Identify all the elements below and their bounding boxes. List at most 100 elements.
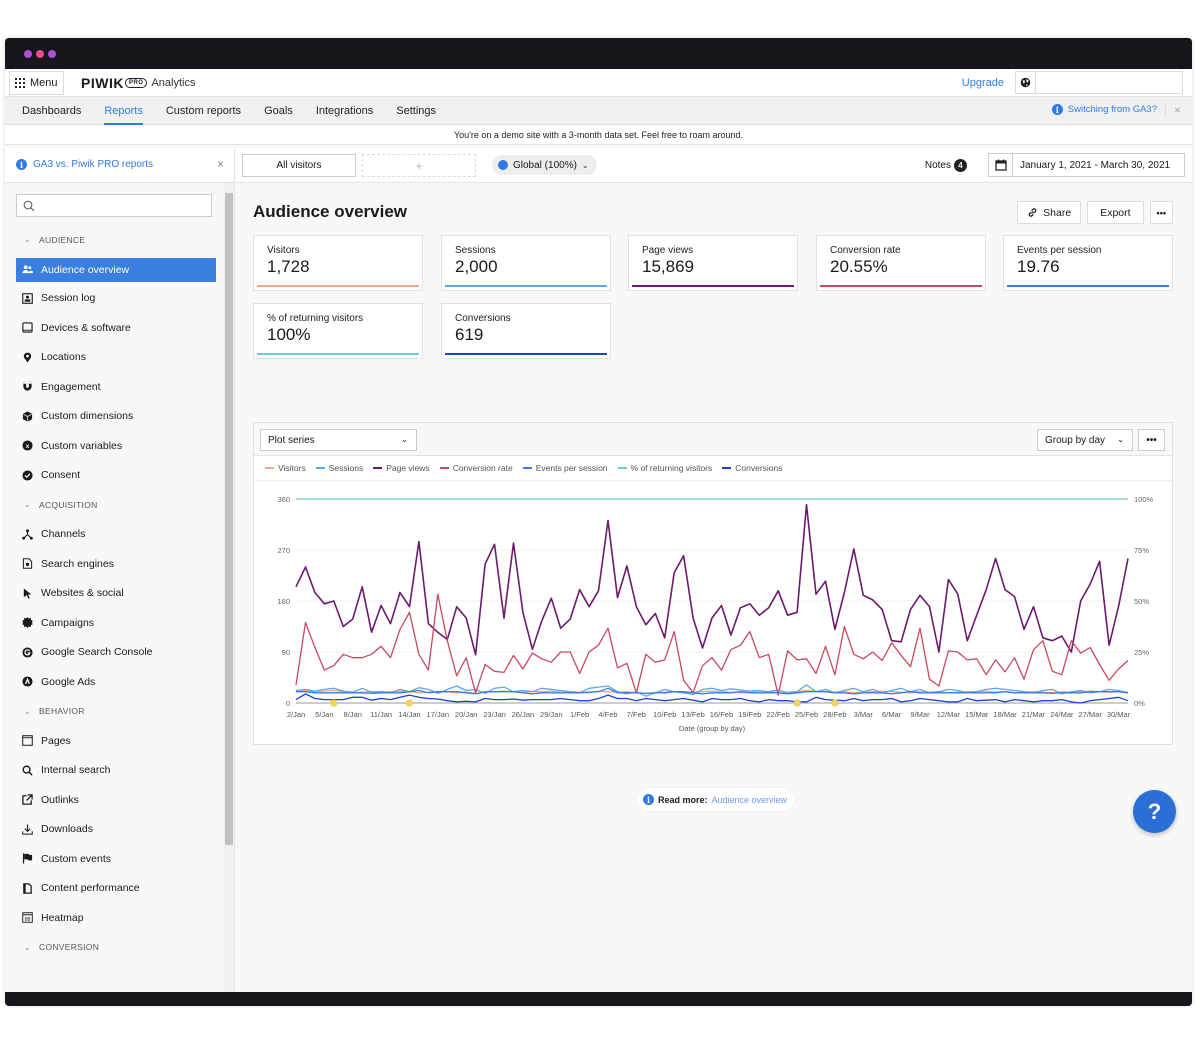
kpi-color-bar [257,353,419,355]
legend-item[interactable]: Page views [373,463,430,473]
plot-series-dropdown[interactable]: Plot series ⌄ [260,429,417,451]
chart-more-button[interactable]: ••• [1138,429,1165,451]
sidebar-item-pages[interactable]: Pages [16,726,216,756]
chevron-down-icon: ⌄ [24,500,32,510]
close-icon[interactable]: × [217,157,224,171]
legend-item[interactable]: Events per session [522,463,608,473]
kpi-card-sessions[interactable]: Sessions 2,000 [441,235,611,291]
x-tick-label: 29/Jan [540,710,563,719]
sampling-drop-icon [498,160,508,170]
read-more-link[interactable]: Audience overview [712,795,788,805]
sidebar-item-channels[interactable]: Channels [16,520,216,550]
sidebar-item-websites-social[interactable]: Websites & social [16,579,216,609]
nav-tab-reports[interactable]: Reports [104,97,143,125]
sidebar-item-custom-variables[interactable]: x Custom variables [16,431,216,461]
sidebar-item-label: Search engines [41,557,114,570]
add-segment-button[interactable]: + [362,154,476,177]
sidebar-item-downloads[interactable]: Downloads [16,815,216,845]
legend-item[interactable]: % of returning visitors [617,463,712,473]
sidebar-item-session-log[interactable]: Session log [16,284,216,314]
kpi-label: Conversions [455,313,511,324]
legend-item[interactable]: Conversion rate [439,463,513,473]
window-dot[interactable] [48,49,56,58]
sidebar-scrollbar[interactable] [224,183,234,992]
sampling-dropdown[interactable]: Global (100%) ⌄ [492,155,597,175]
help-button[interactable]: ? [1133,790,1176,833]
date-range-text: January 1, 2021 - March 30, 2021 [1020,159,1171,171]
legend-swatch [373,467,383,469]
piwik-logo[interactable]: PIWIK PRO Analytics [81,75,196,91]
nav-tab-integrations[interactable]: Integrations [316,97,373,125]
sidebar-item-google-ads[interactable]: Google Ads [16,667,216,697]
window-dot[interactable] [36,49,44,58]
sidebar-section-behavior[interactable]: ⌄ BEHAVIOR [16,697,216,727]
line-chart: 0 0% 90 25% 180 50% 270 75% 360 100% 2/Jan 5/Jan 8/J… [277,495,1154,733]
chevron-down-icon: ⌄ [401,435,408,444]
menu-button[interactable]: Menu [9,70,64,95]
main-nav: Dashboards Reports Custom reports Goals Inte… [5,97,1192,125]
export-button[interactable]: Export [1087,201,1144,224]
search-engine-icon [22,558,33,570]
legend-item[interactable]: Visitors [265,463,306,473]
annotation-marker [793,699,801,707]
notes-button[interactable]: Notes 4 [925,159,967,172]
kpi-value: 19.76 [1017,257,1060,276]
x-tick-label: 22/Feb [767,710,790,719]
sidebar-item-heatmap[interactable]: 88 Heatmap [16,903,216,933]
site-selector[interactable] [1015,71,1183,94]
read-more-label: Read more: [658,794,708,805]
sidebar-search-input[interactable] [16,194,212,217]
magnet-icon [22,381,33,392]
svg-text:88: 88 [25,917,31,923]
sidebar-section-conversion[interactable]: ⌄ CONVERSION [16,933,216,963]
legend-item[interactable]: Conversions [722,463,783,473]
x-tick-label: 14/Jan [398,710,421,719]
sidebar-item-content-performance[interactable]: Content performance [16,874,216,904]
kpi-card-conversion-rate[interactable]: Conversion rate 20.55% [816,235,986,291]
ga3-reports-link[interactable]: i GA3 vs. Piwik PRO reports × [5,147,234,183]
logo-text: PIWIK [81,74,124,91]
sidebar-item-campaigns[interactable]: Campaigns [16,608,216,638]
session-log-icon [22,292,33,304]
sidebar-item-custom-dimensions[interactable]: Custom dimensions [16,402,216,432]
upgrade-link[interactable]: Upgrade [962,77,1004,89]
group-by-dropdown[interactable]: Group by day ⌄ [1037,429,1133,451]
window-dot[interactable] [24,49,32,58]
svg-text:x: x [26,443,30,450]
more-options-button[interactable]: ••• [1149,201,1173,224]
sidebar-item-outlinks[interactable]: Outlinks [16,785,216,815]
kpi-card-visitors[interactable]: Visitors 1,728 [253,235,423,291]
kpi-card-conversions[interactable]: Conversions 619 [441,303,611,359]
segment-all-visitors-button[interactable]: All visitors [242,154,356,177]
sidebar-item-devices-software[interactable]: Devices & software [16,313,216,343]
sidebar-section-audience[interactable]: ⌄ AUDIENCE [16,225,216,255]
y-tick-label-right: 100% [1134,495,1154,504]
sidebar-item-internal-search[interactable]: Internal search [16,756,216,786]
kpi-card-page-views[interactable]: Page views 15,869 [628,235,798,291]
kpi-card-events-per-session[interactable]: Events per session 19.76 [1003,235,1173,291]
sidebar-item-search-engines[interactable]: Search engines [16,549,216,579]
close-icon[interactable]: × [1164,103,1181,117]
x-tick-label: 28/Feb [823,710,846,719]
kpi-card--of-returning-visitors[interactable]: % of returning visitors 100% [253,303,423,359]
annotation-marker [330,699,338,707]
sidebar-item-locations[interactable]: Locations [16,343,216,373]
share-button[interactable]: Share [1017,201,1082,224]
nav-tab-settings[interactable]: Settings [396,97,436,125]
nav-tab-custom-reports[interactable]: Custom reports [166,97,241,125]
nav-tab-goals[interactable]: Goals [264,97,293,125]
sidebar-item-custom-events[interactable]: Custom events [16,844,216,874]
sidebar-item-engagement[interactable]: Engagement [16,372,216,402]
sidebar-section-acquisition[interactable]: ⌄ ACQUISITION [16,490,216,520]
nav-tab-dashboards[interactable]: Dashboards [22,97,81,125]
chart-toolbar: Plot series ⌄ Group by day ⌄ ••• [254,423,1172,456]
date-range-picker[interactable]: January 1, 2021 - March 30, 2021 [988,153,1185,177]
sidebar-item-label: Pages [41,734,71,747]
sidebar-item-google-search-console[interactable]: Google Search Console [16,638,216,668]
y-tick-label-right: 50% [1134,597,1149,606]
legend-item[interactable]: Sessions [315,463,363,473]
switching-from-ga3-link[interactable]: i Switching from GA3? [1051,104,1157,115]
sidebar-item-consent[interactable]: Consent [16,461,216,491]
sidebar-item-audience-overview[interactable]: Audience overview [16,257,216,282]
scrollbar-thumb[interactable] [225,193,233,845]
